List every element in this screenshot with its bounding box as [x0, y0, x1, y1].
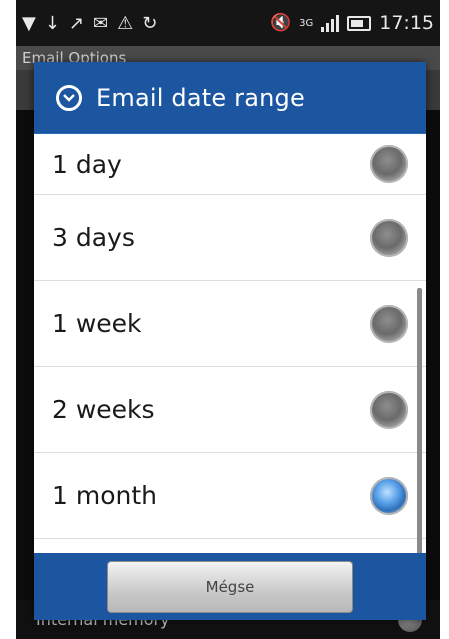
option-1-day[interactable]: 1 day [34, 134, 426, 195]
option-1-week[interactable]: 1 week [34, 281, 426, 367]
option-label: 1 month [52, 481, 157, 510]
notification-icons: ▼ ↓ ↗ ✉ ⚠ ↻ [22, 13, 270, 34]
missed-call-icon: ↗ [68, 12, 85, 34]
email-icon: ✉ [93, 12, 109, 34]
mute-icon: 🔇 [269, 13, 292, 33]
option-label: 1 day [52, 149, 122, 179]
option-label: 1 week [52, 309, 142, 338]
radio-button-selected[interactable] [370, 476, 408, 515]
option-1-month[interactable]: 1 month [34, 453, 426, 539]
battery-icon [347, 15, 372, 31]
system-icons: 🔇 3G 17:15 [270, 12, 434, 34]
download-icon: ↓ [44, 12, 60, 34]
status-bar: ▼ ↓ ↗ ✉ ⚠ ↻ 🔇 3G 17:15 [16, 0, 440, 46]
chevron-down-icon [56, 84, 82, 111]
radio-button[interactable] [370, 145, 408, 183]
dialog-footer: Mégse [34, 553, 426, 620]
dialog-title: Email date range [96, 83, 305, 112]
radio-button[interactable] [370, 390, 408, 429]
radio-button[interactable] [370, 304, 408, 343]
date-range-dialog: Email date range 1 day 3 days 1 week 2 w… [34, 62, 426, 620]
option-label: 2 weeks [52, 395, 155, 424]
sync-icon: ↻ [142, 12, 158, 34]
3g-icon: 3G [299, 17, 314, 29]
signal-icon [321, 14, 340, 32]
option-label: 3 days [52, 223, 135, 252]
radio-button[interactable] [370, 218, 408, 257]
scrollbar[interactable] [417, 288, 422, 598]
clock: 17:15 [379, 12, 434, 34]
warning-icon: ⚠ [117, 12, 134, 34]
dialog-header: Email date range [34, 62, 426, 134]
option-list: 1 day 3 days 1 week 2 weeks 1 month [34, 134, 426, 598]
usb-debug-icon: ▼ [22, 12, 36, 34]
option-3-days[interactable]: 3 days [34, 195, 426, 281]
cancel-button[interactable]: Mégse [107, 560, 353, 613]
option-2-weeks[interactable]: 2 weeks [34, 367, 426, 453]
phone-screen: ▼ ↓ ↗ ✉ ⚠ ↻ 🔇 3G 17:15 Email Options Int… [16, 0, 440, 639]
